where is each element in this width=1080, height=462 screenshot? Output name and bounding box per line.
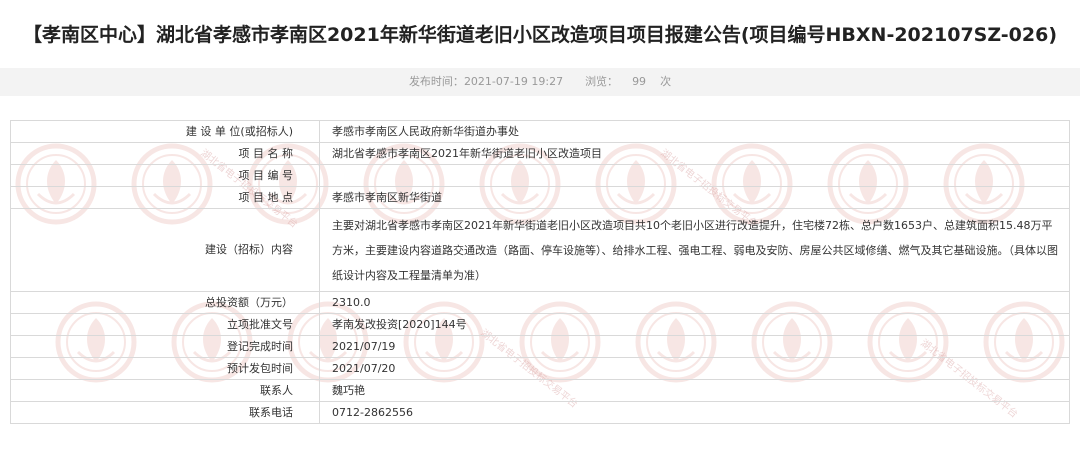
row-value: 2021/07/20 — [319, 357, 1070, 380]
row-label: 预计发包时间 — [10, 357, 320, 380]
row-value: 主要对湖北省孝感市孝南区2021年新华街道老旧小区改造项目共10个老旧小区进行改… — [319, 208, 1070, 292]
row-value: 湖北省孝感市孝南区2021年新华街道老旧小区改造项目 — [319, 142, 1070, 165]
row-value: 2310.0 — [319, 291, 1070, 314]
row-label: 总投资额（万元） — [10, 291, 320, 314]
views-label: 浏览： — [585, 75, 619, 88]
row-label: 建 设 单 位(或招标人) — [10, 120, 320, 143]
row-label: 项 目 编 号 — [10, 164, 320, 187]
table-row: 建设（招标）内容 主要对湖北省孝感市孝南区2021年新华街道老旧小区改造项目共1… — [10, 208, 1070, 292]
row-value — [319, 164, 1070, 187]
table-row: 登记完成时间 2021/07/19 — [10, 335, 1070, 358]
row-value: 孝感市孝南区新华街道 — [319, 186, 1070, 209]
row-label: 立项批准文号 — [10, 313, 320, 336]
table-row: 联系电话 0712-2862556 — [10, 401, 1070, 424]
table-row: 立项批准文号 孝南发改投资[2020]144号 — [10, 313, 1070, 336]
row-value: 0712-2862556 — [319, 401, 1070, 424]
table-row: 总投资额（万元） 2310.0 — [10, 291, 1070, 314]
row-label: 项 目 地 点 — [10, 186, 320, 209]
row-value: 2021/07/19 — [319, 335, 1070, 358]
row-value: 孝感市孝南区人民政府新华街道办事处 — [319, 120, 1070, 143]
project-info-table: 建 设 单 位(或招标人) 孝感市孝南区人民政府新华街道办事处 项 目 名 称 … — [10, 120, 1070, 424]
views-count: 99 — [632, 75, 647, 88]
row-value: 孝南发改投资[2020]144号 — [319, 313, 1070, 336]
meta-bar: 发布时间：2021-07-19 19:27 浏览： 99 次 — [0, 68, 1080, 96]
table-row: 建 设 单 位(或招标人) 孝感市孝南区人民政府新华街道办事处 — [10, 120, 1070, 143]
page-title: 【孝南区中心】湖北省孝感市孝南区2021年新华街道老旧小区改造项目项目报建公告(… — [22, 24, 1058, 46]
views-unit: 次 — [660, 75, 672, 88]
row-label: 项 目 名 称 — [10, 142, 320, 165]
table-row: 项 目 编 号 — [10, 164, 1070, 187]
table-row: 项 目 地 点 孝感市孝南区新华街道 — [10, 186, 1070, 209]
table-row: 联系人 魏巧艳 — [10, 379, 1070, 402]
row-label: 登记完成时间 — [10, 335, 320, 358]
publish-time: 2021-07-19 19:27 — [463, 75, 564, 88]
project-info-section: 湖北省电子招投标交易平台 湖北省电子招投标交易平台 湖北省电子招投标交易平台 湖北省电… — [10, 120, 1070, 442]
announcement-page: 【孝南区中心】湖北省孝感市孝南区2021年新华街道老旧小区改造项目项目报建公告(… — [0, 0, 1080, 462]
publish-label: 发布时间： — [408, 75, 464, 88]
table-row: 预计发包时间 2021/07/20 — [10, 357, 1070, 380]
row-value: 魏巧艳 — [319, 379, 1070, 402]
row-label: 联系电话 — [10, 401, 320, 424]
row-label: 联系人 — [10, 379, 320, 402]
table-row: 项 目 名 称 湖北省孝感市孝南区2021年新华街道老旧小区改造项目 — [10, 142, 1070, 165]
row-label: 建设（招标）内容 — [10, 208, 320, 292]
